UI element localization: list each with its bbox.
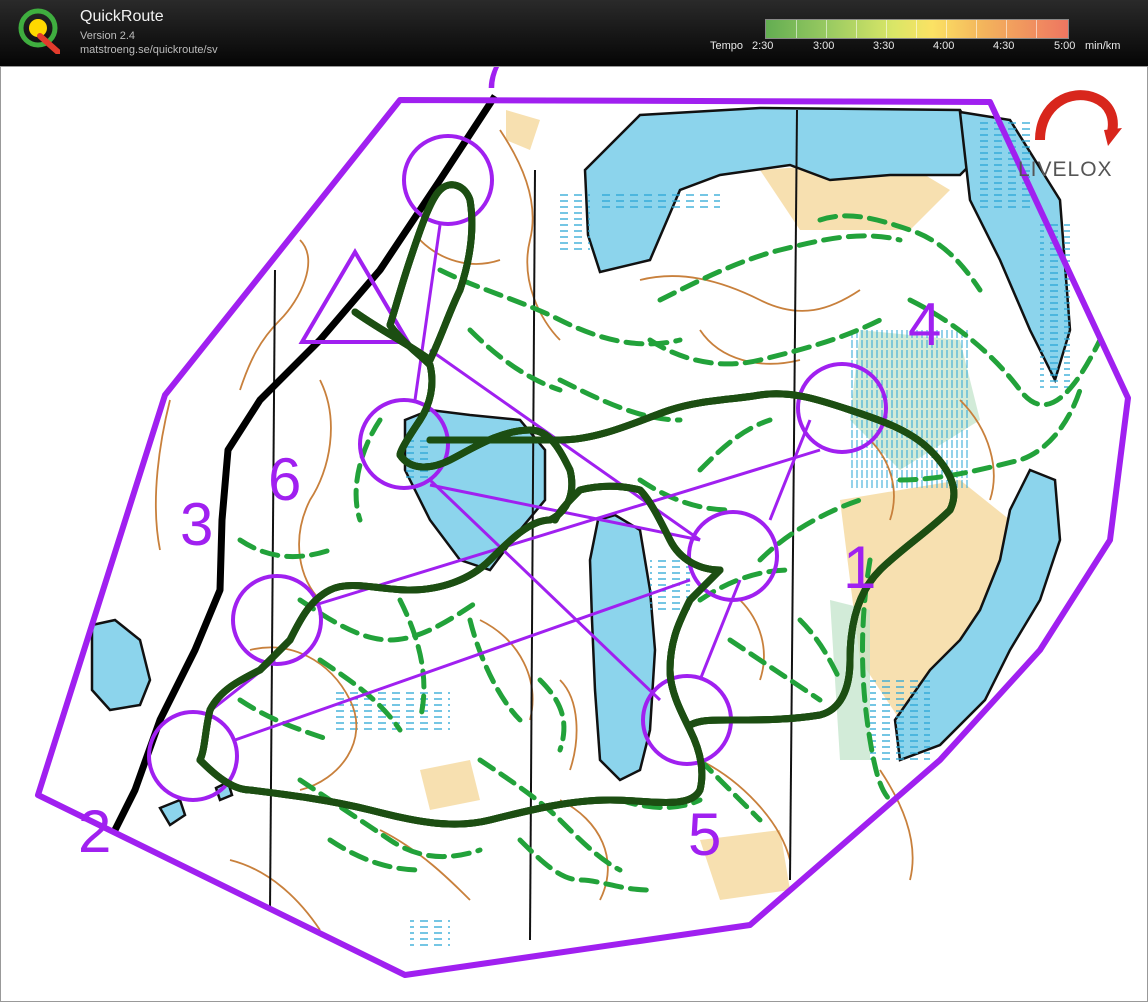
tempo-color-scale	[765, 19, 1069, 39]
tempo-tick: 2:30	[752, 40, 774, 52]
app-version: Version 2.4	[80, 30, 136, 42]
tempo-label: Tempo	[710, 40, 744, 52]
tempo-unit: min/km	[1085, 40, 1121, 52]
tempo-tick: 5:00	[1054, 40, 1076, 52]
app-header: QuickRoute Version 2.4 matstroeng.se/qui…	[0, 0, 1148, 66]
control-number: 2	[78, 798, 111, 865]
app-title: QuickRoute	[80, 8, 164, 25]
control-number: 1	[843, 534, 876, 601]
livelox-text: LIVELOX	[1018, 158, 1113, 181]
control-number: 3	[180, 491, 213, 558]
control-number: 4	[908, 291, 941, 358]
control-number: 7	[478, 66, 511, 101]
tempo-tick: 4:00	[933, 40, 955, 52]
quickroute-logo-icon	[18, 8, 60, 54]
control-number: 5	[688, 801, 721, 868]
control-number: 6	[268, 446, 301, 513]
app-url[interactable]: matstroeng.se/quickroute/sv	[80, 44, 218, 56]
tempo-tick: 3:30	[873, 40, 895, 52]
tempo-tick: 4:30	[993, 40, 1015, 52]
orienteering-map[interactable]: 1 2 3 4 5 6 7 LIVELOX	[0, 66, 1148, 1002]
tempo-tick: 3:00	[813, 40, 835, 52]
